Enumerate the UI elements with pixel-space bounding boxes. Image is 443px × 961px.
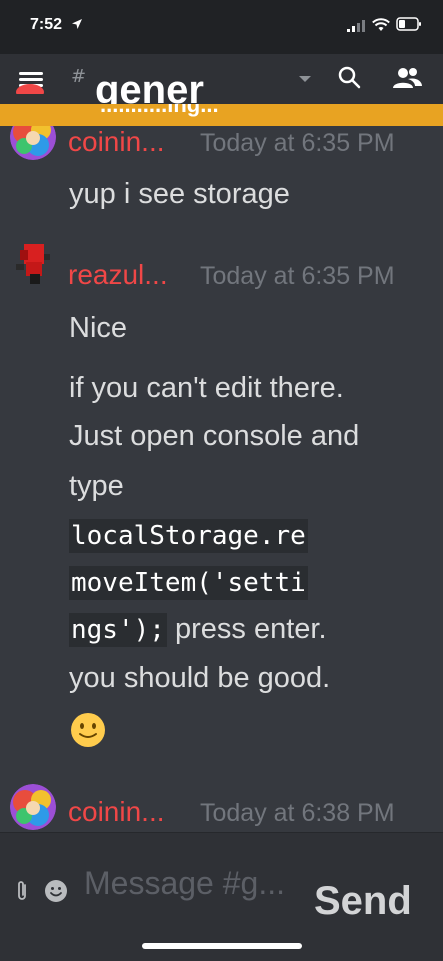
code-line: moveItem('setti xyxy=(69,566,308,600)
colorful-avatar-icon xyxy=(10,784,56,830)
location-arrow-icon xyxy=(72,19,82,29)
message-author[interactable]: reazul... xyxy=(68,259,168,291)
hamburger-menu-icon xyxy=(16,72,44,94)
channel-header: # gener xyxy=(0,54,443,104)
message-list[interactable]: coinin... Today at 6:35 PM yup i see sto… xyxy=(0,126,443,832)
message-input[interactable] xyxy=(84,861,309,905)
inline-code: moveItem('setti xyxy=(69,566,308,600)
search-icon[interactable] xyxy=(336,64,364,92)
home-indicator[interactable] xyxy=(142,943,302,949)
message-author[interactable]: coinin... xyxy=(68,796,165,828)
avatar[interactable] xyxy=(10,240,56,286)
message-author[interactable]: coinin... xyxy=(68,126,165,158)
status-time: 7:52 xyxy=(30,16,63,33)
slightly-smiling-face-icon xyxy=(71,713,105,747)
emoji-picker-icon[interactable] xyxy=(44,879,68,903)
channel-title[interactable]: gener xyxy=(95,70,204,104)
message-composer: Send xyxy=(0,832,443,961)
battery-icon xyxy=(396,17,421,31)
colorful-avatar-icon xyxy=(10,126,56,160)
message-text: Just open console and xyxy=(69,420,360,452)
avatar[interactable] xyxy=(10,784,56,830)
message-text-tail: press enter. xyxy=(166,613,327,645)
red-fist-avatar-icon xyxy=(16,244,50,284)
message-timestamp: Today at 6:35 PM xyxy=(200,129,395,157)
cellular-signal-icon xyxy=(347,20,365,32)
message-timestamp: Today at 6:35 PM xyxy=(200,262,395,290)
notification-banner[interactable]: ...........ing... xyxy=(0,104,443,126)
message-timestamp: Today at 6:38 PM xyxy=(200,799,395,827)
members-icon[interactable] xyxy=(391,64,423,92)
menu-button[interactable] xyxy=(16,64,46,94)
message-text: Nice xyxy=(69,312,128,344)
channel-hash-icon: # xyxy=(71,66,87,87)
message-text: ngs'); press enter. xyxy=(69,613,327,647)
status-bar: 7:52 xyxy=(0,0,443,54)
message-text: you should be good. xyxy=(69,662,331,694)
message-text: if you can't edit there. xyxy=(69,372,344,404)
wifi-icon xyxy=(372,18,390,31)
banner-text: ...........ing... xyxy=(100,104,219,117)
chevron-down-icon[interactable] xyxy=(298,74,312,84)
send-button[interactable]: Send xyxy=(314,879,412,923)
message-text: yup i see storage xyxy=(69,178,290,210)
code-line: localStorage.re xyxy=(69,519,308,553)
paperclip-icon[interactable] xyxy=(14,879,30,903)
avatar[interactable] xyxy=(10,126,56,160)
inline-code: ngs'); xyxy=(69,613,167,647)
message-text: type xyxy=(69,470,124,502)
inline-code: localStorage.re xyxy=(69,519,308,553)
